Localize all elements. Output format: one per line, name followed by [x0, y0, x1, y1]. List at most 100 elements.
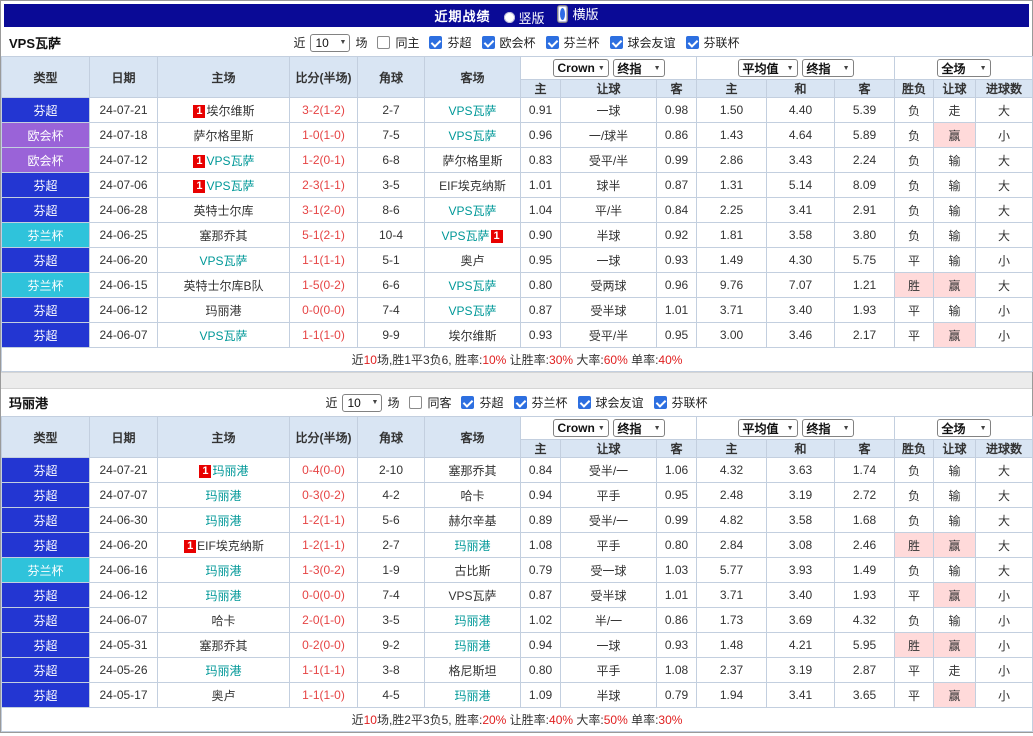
- result-cell: 平: [894, 682, 935, 708]
- league-filter-checkbox[interactable]: [429, 36, 443, 49]
- score-cell: 1-2(1-1): [289, 532, 358, 558]
- avg-draw-cell: 3.19: [766, 657, 835, 683]
- home-team-name[interactable]: 玛丽港: [205, 589, 241, 603]
- league-filter-checkbox[interactable]: [545, 36, 559, 49]
- away-team-name[interactable]: 玛丽港: [454, 614, 490, 628]
- home-team-cell: 1 埃尔维斯: [157, 97, 290, 123]
- average-select[interactable]: 平均值 ▼: [737, 59, 798, 77]
- score-cell: 5-1(2-1): [289, 222, 358, 248]
- radio-selected-icon[interactable]: [556, 4, 568, 23]
- date-cell: 24-07-07: [89, 482, 158, 508]
- view-mode-option[interactable]: 竖版: [504, 8, 545, 27]
- home-team-name[interactable]: VPS瓦萨: [206, 179, 254, 193]
- home-team-name[interactable]: 玛丽港: [205, 489, 241, 503]
- away-team-name[interactable]: 玛丽港: [454, 639, 490, 653]
- home-team-name[interactable]: 萨尔格里斯: [193, 129, 253, 143]
- away-team-name[interactable]: VPS瓦萨: [448, 104, 496, 118]
- table-row: 欧会杯 24-07-18 萨尔格里斯 1-0(1-0) 7-5 VPS瓦萨 0.96 一/球半…: [1, 122, 1033, 148]
- home-team-name[interactable]: 玛丽港: [212, 464, 248, 478]
- match-count-select[interactable]: 10 ▼: [310, 33, 351, 52]
- league-filter-checkbox[interactable]: [685, 36, 699, 49]
- home-team-name[interactable]: 玛丽港: [205, 664, 241, 678]
- period-select[interactable]: 全场 ▼: [936, 419, 991, 437]
- avg-draw-cell: 3.58: [766, 507, 835, 533]
- away-team-name[interactable]: 哈卡: [460, 489, 484, 503]
- column-header: 客场: [424, 416, 521, 458]
- away-team-cell: VPS瓦萨 1: [424, 222, 521, 248]
- away-team-name[interactable]: EIF埃克纳斯: [439, 179, 506, 193]
- corners-cell: 4-2: [357, 482, 425, 508]
- avg-draw-cell: 4.64: [766, 122, 835, 148]
- league-filter-checkbox[interactable]: [577, 396, 591, 409]
- league-filter-checkbox[interactable]: [513, 396, 527, 409]
- league-type-cell: 芬兰杯: [1, 557, 90, 583]
- same-venue-checkbox[interactable]: [409, 396, 423, 409]
- away-team-name[interactable]: 格尼斯坦: [448, 664, 496, 678]
- date-cell: 24-06-12: [89, 582, 158, 608]
- away-team-name[interactable]: VPS瓦萨: [448, 204, 496, 218]
- away-team-name[interactable]: VPS瓦萨: [448, 589, 496, 603]
- home-team-name[interactable]: VPS瓦萨: [199, 254, 247, 268]
- home-team-name[interactable]: 玛丽港: [205, 304, 241, 318]
- away-team-name[interactable]: 埃尔维斯: [448, 329, 496, 343]
- score-cell: 2-0(1-0): [289, 607, 358, 633]
- away-team-name[interactable]: 赫尔辛基: [448, 514, 496, 528]
- home-team-name[interactable]: 塞那乔其: [199, 229, 247, 243]
- away-team-name[interactable]: VPS瓦萨: [448, 304, 496, 318]
- home-team-name[interactable]: EIF埃克纳斯: [197, 539, 264, 553]
- avg-time-select[interactable]: 终指 ▼: [801, 59, 854, 77]
- away-team-name[interactable]: 萨尔格里斯: [442, 154, 502, 168]
- home-team-name[interactable]: VPS瓦萨: [206, 154, 254, 168]
- away-team-cell: 奥卢: [424, 247, 521, 273]
- away-team-name[interactable]: 奥卢: [460, 254, 484, 268]
- team-name[interactable]: VPS瓦萨: [9, 33, 61, 52]
- view-mode-option[interactable]: 横版: [555, 4, 599, 23]
- away-team-name[interactable]: 玛丽港: [454, 689, 490, 703]
- home-team-name[interactable]: VPS瓦萨: [199, 329, 247, 343]
- average-select[interactable]: 平均值 ▼: [737, 419, 798, 437]
- odds-time-select[interactable]: 终指 ▼: [612, 419, 665, 437]
- away-team-name[interactable]: VPS瓦萨: [441, 229, 489, 243]
- away-team-name[interactable]: 古比斯: [454, 564, 490, 578]
- league-filter-checkbox[interactable]: [481, 36, 495, 49]
- same-venue-checkbox[interactable]: [377, 36, 391, 49]
- league-filter-checkbox[interactable]: [461, 396, 475, 409]
- home-team-name[interactable]: 塞那乔其: [199, 639, 247, 653]
- results-table: 类型 日期 主场 比分(半场) 角球 客场 Crown ▼ 终指 ▼ 平均值 ▼ 终指 ▼ 全场 ▼ 主让球客主…: [0, 416, 1033, 732]
- summary-text: 50%: [603, 713, 628, 727]
- away-team-name[interactable]: VPS瓦萨: [448, 279, 496, 293]
- date-cell: 24-07-12: [89, 147, 158, 173]
- period-select[interactable]: 全场 ▼: [936, 59, 991, 77]
- home-odds-cell: 1.01: [520, 172, 561, 198]
- home-team-name[interactable]: 奥卢: [211, 689, 235, 703]
- away-team-name[interactable]: 塞那乔其: [448, 464, 496, 478]
- score-cell: 0-2(0-0): [289, 632, 358, 658]
- bookmaker-select[interactable]: Crown ▼: [552, 419, 609, 437]
- score-cell: 0-3(0-2): [289, 482, 358, 508]
- home-team-name[interactable]: 玛丽港: [205, 514, 241, 528]
- away-team-name[interactable]: VPS瓦萨: [448, 129, 496, 143]
- sub-column-header: 客: [833, 439, 896, 458]
- corners-cell: 8-6: [357, 197, 425, 223]
- league-filter-checkbox[interactable]: [653, 396, 667, 409]
- odds-time-select[interactable]: 终指 ▼: [612, 59, 665, 77]
- home-team-name[interactable]: 英特士尔库B队: [183, 279, 263, 293]
- radio-icon[interactable]: [504, 11, 516, 23]
- avg-time-select[interactable]: 终指 ▼: [801, 419, 854, 437]
- team-name[interactable]: 玛丽港: [9, 393, 48, 412]
- match-count-select[interactable]: 10 ▼: [342, 393, 383, 412]
- filter-controls: 近 10 ▼ 场 同客 芬超 芬兰杯 球会友谊 芬联杯: [325, 393, 708, 412]
- handicap-result-cell: 赢: [933, 122, 977, 148]
- page-title: 近期战绩: [434, 9, 491, 24]
- summary-text: 让胜率:: [506, 353, 550, 367]
- home-team-name[interactable]: 埃尔维斯: [206, 104, 254, 118]
- home-team-name[interactable]: 哈卡: [211, 614, 235, 628]
- away-odds-cell: 0.86: [656, 607, 697, 633]
- league-filter-checkbox[interactable]: [609, 36, 623, 49]
- home-team-name[interactable]: 玛丽港: [205, 564, 241, 578]
- bookmaker-select[interactable]: Crown ▼: [552, 59, 609, 77]
- away-team-name[interactable]: 玛丽港: [454, 539, 490, 553]
- goals-cell: 小: [975, 322, 1033, 348]
- home-team-name[interactable]: 英特士尔库: [193, 204, 253, 218]
- away-odds-cell: 0.95: [656, 482, 697, 508]
